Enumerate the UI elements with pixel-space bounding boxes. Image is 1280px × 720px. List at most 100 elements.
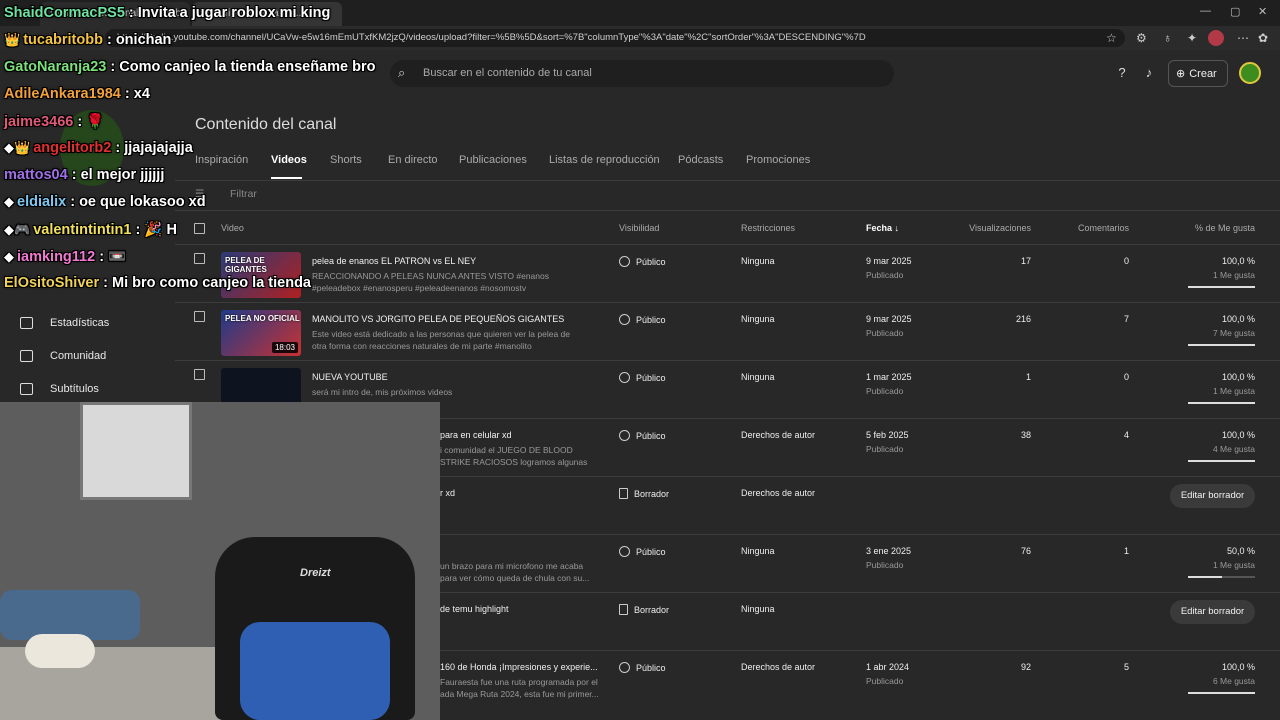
likes-percent: 100,0 % [1221,256,1255,266]
maximize-icon[interactable]: ▢ [1230,5,1240,18]
video-title[interactable]: NUEVA YOUTUBE [312,372,388,382]
video-title[interactable]: de temu highlight [440,604,509,614]
visibility-status[interactable]: Público [619,314,666,325]
video-title[interactable]: para en celular xd [440,430,512,440]
tab-publicaciones[interactable]: Publicaciones [459,154,527,166]
globe-icon [619,430,630,441]
comments-value: 0 [1123,372,1129,382]
views-value: 1 [1025,372,1031,382]
likes-percent: 100,0 % [1221,314,1255,324]
date-value: 3 ene 2025 [866,546,912,556]
column-header-comments[interactable]: Comentarios [1049,223,1129,233]
date-status: Publicado [866,444,904,454]
chat-message: jaime3466 : 🌹 [4,113,104,130]
chat-message: ◆👑 angelitorb2 : jjajajajajja [4,140,193,156]
wall-poster [80,402,192,500]
chat-text: 📼 [108,249,127,265]
collections-icon[interactable]: ✦ [1187,31,1197,45]
likes-count: 7 Me gusta [1212,328,1255,338]
search-input[interactable]: Buscar en el contenido de tu canal [423,67,592,79]
notifications-bell-icon[interactable]: ♪ [1141,65,1157,81]
video-title[interactable]: 160 de Honda ¡Impresiones y experie... [440,662,598,672]
shield-icon[interactable]: ♁ [1163,31,1172,45]
extensions-icon[interactable]: ⚙ [1136,31,1147,45]
chair-brand-logo: Dreizt [300,567,331,579]
column-header-restrictions[interactable]: Restricciones [741,223,795,233]
comments-value: 5 [1123,662,1129,672]
visibility-status[interactable]: Público [619,256,666,267]
chat-text: Mi bro como canjeo la tienda [111,275,311,291]
chat-badge-icon: ◆🎮 [4,222,31,237]
tab-promociones[interactable]: Promociones [746,154,810,166]
column-header-likes[interactable]: % de Me gusta [1165,223,1255,233]
chat-text: el mejor jjjjjj [80,167,165,183]
chat-username: jaime3466 [4,114,74,130]
video-title[interactable]: MANOLITO VS JORGITO PELEA DE PEQUEÑOS GI… [312,314,564,324]
create-button[interactable]: ⊕ Crear [1168,60,1228,87]
close-icon[interactable]: ✕ [1258,5,1267,18]
visibility-status[interactable]: Borrador [619,488,669,499]
menu-dots-icon[interactable]: ⋯ [1237,31,1249,45]
date-status: Publicado [866,386,904,396]
chat-username: valentintintin1 [33,222,132,238]
visibility-status[interactable]: Público [619,372,666,383]
date-value: 9 mar 2025 [866,256,912,266]
video-title[interactable]: r xd [440,488,455,498]
video-description: un brazo para mi microfono me acaba para… [440,561,590,583]
likes-bar-fill [1188,576,1222,578]
chat-badge-icon: ◆ [4,194,14,209]
chat-separator: : [131,222,145,238]
globe-icon [619,256,630,267]
browser-profile-avatar[interactable] [1208,30,1224,46]
chat-separator: : [95,249,109,265]
comments-value: 1 [1123,546,1129,556]
restrictions-value: Ninguna [741,314,775,324]
visibility-label: Público [636,547,666,557]
edit-draft-button[interactable]: Editar borrador [1170,484,1255,508]
visibility-label: Público [636,315,666,325]
minimize-icon[interactable]: — [1200,5,1211,17]
chat-message: 👑 tucabritobb : onichan [4,32,171,48]
restrictions-value: Ninguna [741,546,775,556]
restrictions-value: Derechos de autor [741,430,816,440]
row-checkbox[interactable] [194,311,205,322]
column-header-date[interactable]: Fecha ↓ [866,223,899,233]
help-icon[interactable]: ? [1114,65,1130,81]
column-header-views[interactable]: Visualizaciones [951,223,1031,233]
views-value: 76 [1020,546,1031,556]
table-row[interactable]: PELEA NO OFICIAL 18:03 MANOLITO VS JORGIT… [175,302,1280,360]
chat-separator: : [106,59,120,75]
chat-text: jjajajajajja [124,140,193,156]
sidebar-item-label: Estadísticas [50,317,110,329]
column-header-visibility[interactable]: Visibilidad [619,223,659,233]
tab-podcasts[interactable]: Pódcasts [678,154,723,166]
chat-badge-icon: ◆👑 [4,140,31,155]
chat-message: AdileAnkara1984 : x4 [4,86,150,102]
tab-listas[interactable]: Listas de reproducción [549,154,660,166]
row-checkbox[interactable] [194,369,205,380]
channel-avatar[interactable] [1239,62,1261,84]
edit-draft-button[interactable]: Editar borrador [1170,600,1255,624]
visibility-label: Público [636,663,666,673]
blanket [0,590,140,640]
favorite-star-icon[interactable]: ☆ [1106,31,1117,45]
views-value: 38 [1020,430,1031,440]
video-description: Este video está dedicado a las personas … [312,329,571,351]
visibility-status[interactable]: Borrador [619,604,669,615]
chat-username: mattos04 [4,167,68,183]
search-bar[interactable]: ⌕ Buscar en el contenido de tu canal [390,60,894,87]
visibility-status[interactable]: Público [619,546,666,557]
copilot-icon[interactable]: ✿ [1258,31,1268,45]
chat-separator: : [67,167,81,183]
visibility-status[interactable]: Público [619,662,666,673]
chat-message: ShaidCormacPS5 : Invita a jugar roblox m… [4,5,330,21]
create-label: Crear [1189,68,1217,80]
video-thumbnail[interactable]: PELEA NO OFICIAL 18:03 [221,310,301,356]
gaming-chair-seat [240,622,390,720]
chat-username: eldialix [17,194,67,210]
likes-count: 4 Me gusta [1212,444,1255,454]
subtitles-icon [20,383,33,395]
date-value: 1 abr 2024 [866,662,910,672]
visibility-status[interactable]: Público [619,430,666,441]
likes-bar [1188,286,1255,288]
